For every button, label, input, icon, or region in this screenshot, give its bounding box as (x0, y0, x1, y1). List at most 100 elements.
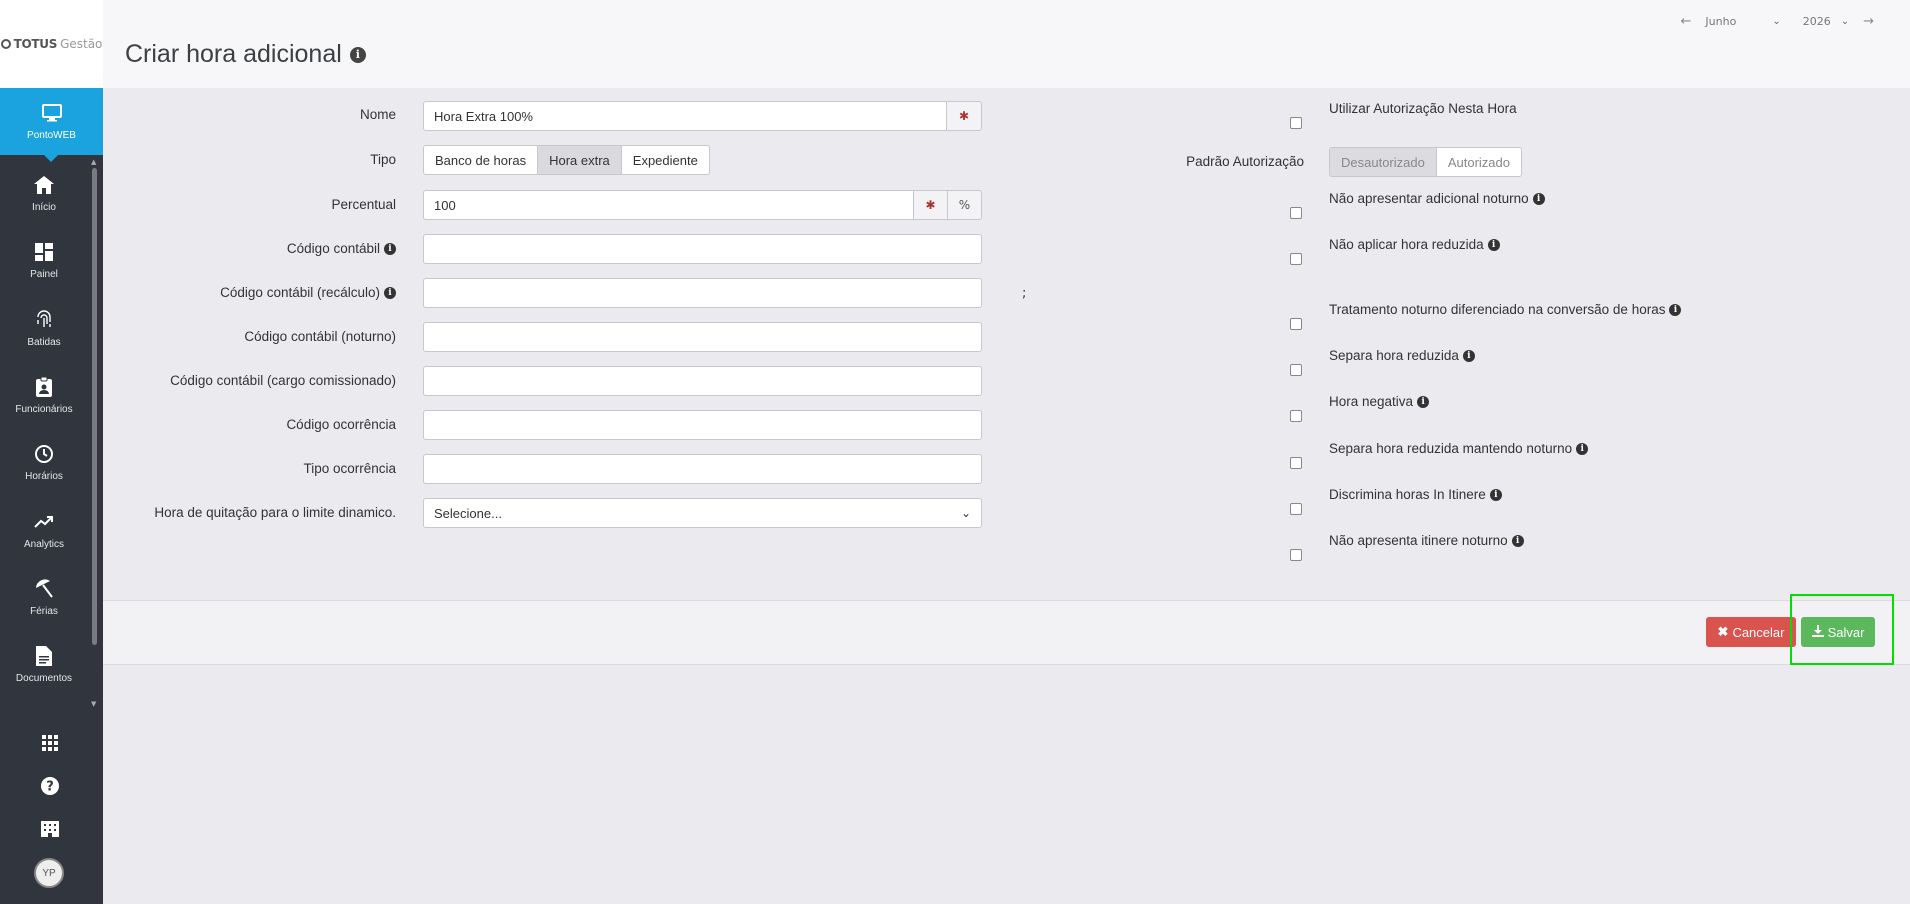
codigo-ocorrencia-input[interactable] (423, 410, 982, 440)
tipo-ocorrencia-label: Tipo ocorrência (303, 461, 396, 476)
clock-icon (33, 443, 55, 465)
check-label-text: Não apresentar adicional noturno (1329, 191, 1529, 206)
codigo-contabil-recalculo-label-text: Código contábil (recálculo) (220, 285, 380, 300)
sidebar-item-batidas[interactable]: Batidas (0, 298, 88, 358)
nao-aplicar-hora-reduzida-checkbox[interactable] (1290, 253, 1302, 265)
tipo-option-expediente[interactable]: Expediente (620, 145, 710, 175)
nao-apresentar-adicional-noturno-checkbox[interactable] (1290, 207, 1302, 219)
check-label-text: Discrimina horas In Itinere (1329, 487, 1486, 502)
period-selector: ← Junho ⌄ 2026 ⌄ → (1673, 14, 1882, 29)
form-footer (103, 600, 1910, 665)
sidebar-item-analytics[interactable]: Analytics (0, 500, 88, 560)
codigo-contabil-cargo-input[interactable] (423, 366, 982, 396)
sidebar-item-ferias[interactable]: Férias (0, 567, 88, 627)
check-label-text: Não apresenta itinere noturno (1329, 533, 1508, 548)
check-label-text: Não aplicar hora reduzida (1329, 237, 1484, 252)
info-icon[interactable]: i (1511, 534, 1524, 547)
separa-hora-reduzida-checkbox[interactable] (1290, 364, 1302, 376)
nao-aplicar-hora-reduzida-label: Não aplicar hora reduzida i (1329, 237, 1500, 252)
info-icon[interactable]: i (384, 287, 396, 300)
tipo-ocorrencia-input[interactable] (423, 454, 982, 484)
logo-mark-icon (0, 39, 11, 49)
arrow-left-icon[interactable]: ← (1673, 14, 1700, 29)
info-icon[interactable]: i (1669, 303, 1682, 316)
required-icon: ✱ (946, 101, 982, 131)
sidebar-item-label: PontoWEB (27, 130, 76, 141)
required-icon: ✱ (913, 190, 948, 220)
sidebar-item-funcionarios[interactable]: Funcionários (0, 365, 88, 425)
sidebar-item-label: Analytics (23, 538, 64, 550)
badge-icon (33, 376, 55, 398)
month-select[interactable]: Junho ⌄ (1705, 15, 1780, 28)
codigo-ocorrencia-label: Código ocorrência (286, 417, 396, 432)
codigo-contabil-label: Código contábil i (287, 241, 396, 256)
check-label-text: Separa hora reduzida (1329, 348, 1459, 363)
svg-text:?: ? (46, 780, 54, 795)
codigo-contabil-input[interactable] (423, 234, 982, 264)
separa-hora-reduzida-mantendo-noturno-checkbox[interactable] (1290, 457, 1302, 469)
separa-hora-reduzida-label: Separa hora reduzida i (1329, 348, 1475, 363)
padrao-autorizacao-label: Padrão Autorização (1186, 154, 1304, 169)
dashboard-icon (33, 241, 55, 263)
autorizacao-option-autorizado[interactable]: Autorizado (1435, 147, 1522, 177)
sidebar-item-horarios[interactable]: Horários (0, 432, 88, 492)
codigo-contabil-label-text: Código contábil (286, 241, 380, 256)
percentual-label: Percentual (331, 197, 396, 212)
help-icon[interactable]: ? (34, 770, 66, 802)
cancel-label: Cancelar (1732, 624, 1785, 640)
nome-input[interactable]: Hora Extra 100% (423, 101, 948, 131)
info-icon[interactable]: i (1576, 442, 1589, 455)
sidebar-item-pontoweb[interactable]: PontoWEB (0, 88, 103, 162)
sidebar: TOTUS Gestão PontoWEB Início Painel Bati… (0, 0, 103, 904)
info-icon[interactable]: i (384, 243, 396, 256)
codigo-contabil-recalculo-label: Código contábil (recálculo) i (220, 285, 396, 300)
codigo-contabil-recalculo-input[interactable] (423, 278, 982, 308)
year-select[interactable]: 2026 ⌄ (1803, 15, 1849, 28)
page-header: Criar hora adicional i ← Junho ⌄ 2026 ⌄ … (103, 0, 1910, 88)
apps-grid-icon[interactable] (34, 727, 66, 759)
hora-negativa-label: Hora negativa i (1329, 394, 1430, 409)
autorizacao-option-desautorizado[interactable]: Desautorizado (1329, 147, 1437, 177)
sidebar-item-label: Funcionários (15, 403, 73, 415)
tipo-option-banco-de-horas[interactable]: Banco de horas (423, 145, 539, 175)
info-icon[interactable]: i (349, 46, 366, 63)
check-label-text: Separa hora reduzida mantendo noturno (1329, 441, 1573, 456)
nao-apresenta-itinere-noturno-checkbox[interactable] (1290, 549, 1302, 561)
discrimina-horas-in-itinere-checkbox[interactable] (1290, 503, 1302, 515)
arrow-right-icon[interactable]: → (1855, 14, 1882, 29)
percentual-input[interactable]: 100 (423, 190, 914, 220)
avatar[interactable]: YP (34, 858, 64, 888)
year-value: 2026 (1802, 15, 1831, 28)
info-icon[interactable]: i (1487, 238, 1500, 251)
page-title-text: Criar hora adicional (125, 40, 342, 68)
info-icon[interactable]: i (1417, 395, 1430, 408)
hora-quitacao-label: Hora de quitação para o limite dinamico. (154, 505, 396, 520)
sidebar-scrollbar[interactable] (92, 168, 97, 645)
padrao-autorizacao-toggle: Desautorizado Autorizado (1329, 147, 1522, 177)
hora-negativa-checkbox[interactable] (1290, 410, 1302, 422)
cancel-button[interactable]: ✖ Cancelar (1706, 617, 1796, 647)
building-icon[interactable] (34, 813, 66, 845)
info-icon[interactable]: i (1532, 192, 1545, 205)
tipo-option-hora-extra[interactable]: Hora extra (537, 145, 622, 175)
info-icon[interactable]: i (1489, 488, 1502, 501)
sidebar-item-inicio[interactable]: Início (0, 163, 88, 223)
tratamento-noturno-label: Tratamento noturno diferenciado na conve… (1329, 302, 1682, 317)
sidebar-item-painel[interactable]: Painel (0, 230, 88, 290)
scroll-down-icon[interactable]: ▼ (91, 700, 96, 708)
separa-hora-reduzida-mantendo-noturno-label: Separa hora reduzida mantendo noturno i (1329, 441, 1589, 456)
utilizar-autorizacao-label: Utilizar Autorização Nesta Hora (1329, 101, 1517, 116)
check-label-text: Tratamento noturno diferenciado na conve… (1329, 302, 1666, 317)
codigo-contabil-noturno-label: Código contábil (noturno) (244, 329, 396, 344)
scroll-up-icon[interactable]: ▲ (91, 158, 96, 166)
utilizar-autorizacao-checkbox[interactable] (1290, 117, 1302, 129)
codigo-contabil-noturno-input[interactable] (423, 322, 982, 352)
sidebar-item-label: Documentos (15, 672, 73, 684)
tratamento-noturno-checkbox[interactable] (1290, 318, 1302, 330)
info-icon[interactable]: i (1462, 349, 1475, 362)
beach-umbrella-icon (33, 578, 55, 600)
totus-logo[interactable]: TOTUS Gestão (0, 0, 103, 88)
codigo-contabil-cargo-label: Código contábil (cargo comissionado) (170, 373, 396, 388)
sidebar-item-documentos[interactable]: Documentos (0, 634, 88, 694)
hora-quitacao-select[interactable]: Selecione... ⌄ (423, 498, 982, 528)
